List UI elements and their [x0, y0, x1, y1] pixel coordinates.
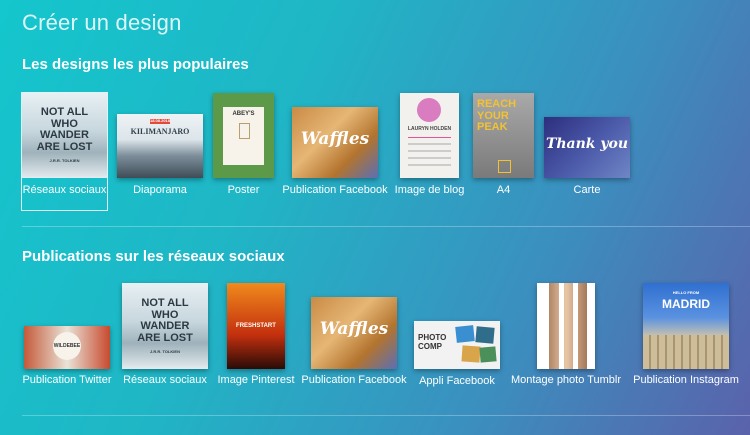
section-divider	[22, 226, 750, 227]
thank-you-card-thumbnail: Thank you	[544, 117, 630, 178]
thumb-text: KILIMANJARO	[130, 127, 190, 136]
social-item-publication-instagram[interactable]: HELLO FROM MADRID Publication Instagram	[633, 283, 739, 388]
photo-comp-thumbnail: PHOTO COMP	[414, 321, 500, 369]
abeys-poster-thumbnail: ABEY'S	[213, 93, 274, 178]
thumb-text: REACH YOUR PEAK	[477, 98, 517, 134]
madrid-thumbnail: HELLO FROM MADRID	[643, 283, 729, 369]
thumb-text: HELLO FROM	[672, 290, 700, 295]
waffles-thumbnail: Waffles	[292, 107, 378, 178]
notallwho-thumbnail: NOT ALL WHO WANDER ARE LOST J.R.R. TOLKI…	[122, 283, 208, 369]
social-item-label: Publication Instagram	[633, 374, 739, 386]
thumb-text: NOT ALL WHO WANDER ARE LOST	[137, 297, 193, 344]
lauryn-holden-thumbnail: LAURYN HOLDEN	[400, 93, 459, 178]
thumb-text: Waffles	[300, 129, 370, 149]
design-item-carte[interactable]: Thank you Carte	[544, 117, 630, 199]
thumb-text: FRESHSTART	[236, 323, 276, 329]
thumb-text: LAURYN HOLDEN	[407, 126, 452, 132]
section-title-social: Publications sur les réseaux sociaux	[22, 248, 285, 265]
social-item-reseaux-sociaux[interactable]: NOT ALL WHO WANDER ARE LOST J.R.R. TOLKI…	[122, 283, 208, 388]
freshstart-thumbnail: FRESHSTART	[227, 283, 285, 369]
section-divider	[22, 415, 750, 416]
social-item-montage-tumblr[interactable]: Montage photo Tumblr	[511, 283, 621, 388]
notallwho-thumbnail: NOT ALL WHO WANDER ARE LOST J.R.R. TOLKI…	[22, 93, 107, 178]
design-item-label: Carte	[573, 184, 601, 196]
thumb-text: PHOTO COMP	[418, 333, 447, 351]
thumb-author: J.R.R. TOLKIEN	[49, 158, 80, 163]
waffles-thumbnail: Waffles	[311, 297, 397, 369]
thumb-date: 18.08.2018	[149, 118, 171, 123]
thumb-text: Thank you	[545, 136, 629, 152]
thumb-text: MADRID	[662, 297, 710, 311]
kilimanjaro-thumbnail: 18.08.2018 KILIMANJARO	[117, 114, 203, 178]
thumb-text: ABEY'S	[232, 111, 255, 117]
thumb-text: Waffles	[319, 319, 389, 339]
thumb-author: J.R.R. TOLKIEN	[150, 349, 180, 354]
thumb-text: NOT ALL WHO WANDER ARE LOST	[36, 106, 93, 153]
reach-your-peak-thumbnail: REACH YOUR PEAK	[473, 93, 534, 178]
page-title: Créer un design	[22, 10, 182, 35]
social-item-appli-facebook[interactable]: PHOTO COMP Appli Facebook	[414, 321, 500, 388]
tumblr-montage-thumbnail	[537, 283, 595, 369]
social-item-image-pinterest[interactable]: FRESHSTART Image Pinterest	[217, 283, 295, 388]
section-title-popular: Les designs les plus populaires	[22, 56, 249, 73]
thumb-text: WILDEBEE	[53, 343, 81, 349]
wildebee-thumbnail: WILDEBEE	[24, 326, 110, 369]
